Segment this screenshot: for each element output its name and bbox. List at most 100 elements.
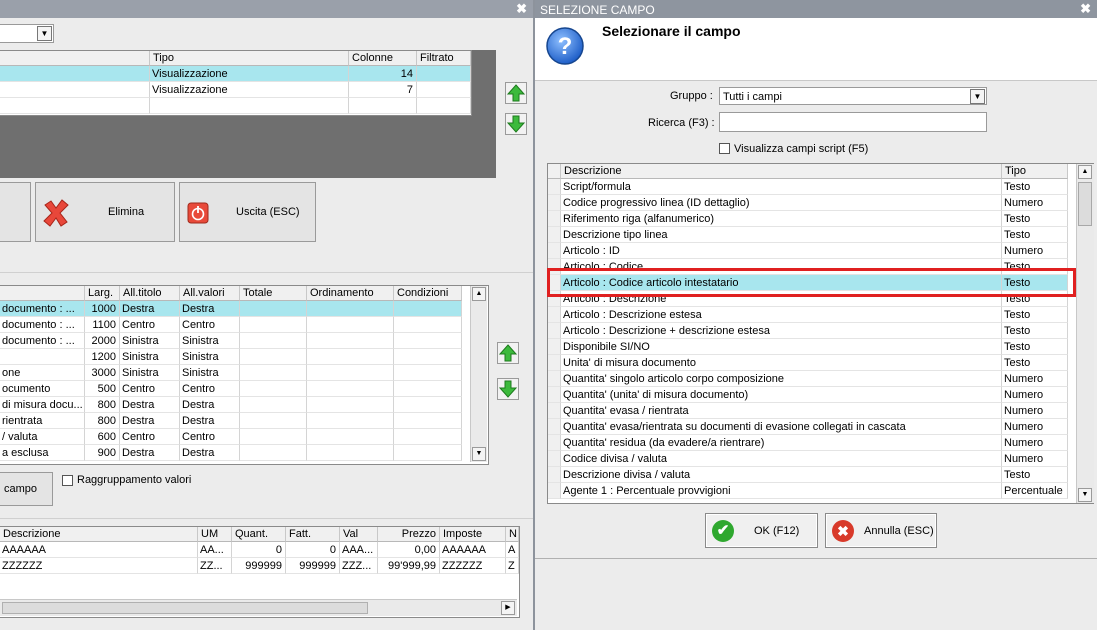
- list-item-tipo[interactable]: Testo: [1002, 211, 1068, 227]
- table-row[interactable]: [394, 397, 462, 413]
- row-indicator[interactable]: [548, 451, 561, 467]
- preview-header[interactable]: Quant.: [232, 527, 286, 542]
- list-item-descrizione[interactable]: Riferimento riga (alfanumerico): [561, 211, 1002, 227]
- fields-cell-valori[interactable]: Sinistra: [180, 333, 240, 349]
- preview-cell[interactable]: 0: [232, 542, 286, 558]
- preview-header[interactable]: Descrizione: [0, 527, 198, 542]
- row-indicator[interactable]: [548, 355, 561, 371]
- list-item-tipo[interactable]: Numero: [1002, 371, 1068, 387]
- fields-cell-valori[interactable]: Destra: [180, 397, 240, 413]
- views-cell-tipo[interactable]: Visualizzazione: [150, 66, 349, 82]
- fields-cell-name[interactable]: rientrata: [0, 413, 85, 429]
- preview-hscrollbar[interactable]: ▶: [0, 599, 517, 616]
- preview-cell[interactable]: ZZZ...: [340, 558, 378, 574]
- list-item-tipo[interactable]: Numero: [1002, 451, 1068, 467]
- preview-cell[interactable]: A: [506, 542, 519, 558]
- table-row[interactable]: [240, 429, 307, 445]
- table-row[interactable]: [307, 381, 394, 397]
- row-indicator[interactable]: [548, 483, 561, 499]
- table-row[interactable]: [394, 445, 462, 461]
- fields-table-body[interactable]: documento : ... 1000 Destra Destra documento…: [0, 301, 462, 462]
- preview-header[interactable]: Prezzo: [378, 527, 440, 542]
- table-row[interactable]: [240, 365, 307, 381]
- list-item-descrizione[interactable]: Quantita' evasa/rientrata su documenti d…: [561, 419, 1002, 435]
- fields-cell-titolo[interactable]: Destra: [120, 445, 180, 461]
- table-row[interactable]: [307, 413, 394, 429]
- scroll-up-icon[interactable]: ▲: [472, 287, 486, 301]
- new-button[interactable]: [0, 182, 31, 242]
- preview-header[interactable]: Val: [340, 527, 378, 542]
- list-item-tipo[interactable]: Testo: [1002, 323, 1068, 339]
- list-item-tipo[interactable]: Numero: [1002, 387, 1068, 403]
- list-item-tipo[interactable]: Numero: [1002, 419, 1068, 435]
- views-table[interactable]: Tipo Colonne Filtrato Visualizzazione 14…: [0, 50, 472, 116]
- views-cell-filtrato[interactable]: [417, 82, 471, 98]
- fields-list-body[interactable]: Script/formula Testo Codice progressivo li…: [548, 179, 1068, 503]
- table-row[interactable]: [307, 445, 394, 461]
- preview-cell[interactable]: 99'999,99: [378, 558, 440, 574]
- table-row[interactable]: [240, 349, 307, 365]
- scroll-thumb[interactable]: [2, 602, 368, 614]
- table-row[interactable]: [0, 98, 150, 114]
- table-row[interactable]: [307, 333, 394, 349]
- list-item-descrizione[interactable]: Quantita' singolo articolo corpo composi…: [561, 371, 1002, 387]
- fields-cell-larg[interactable]: 800: [85, 413, 120, 429]
- fields-cell-valori[interactable]: Sinistra: [180, 365, 240, 381]
- field-move-up-button[interactable]: [497, 342, 519, 364]
- scroll-up-icon[interactable]: ▲: [1078, 165, 1092, 179]
- move-up-button[interactable]: [505, 82, 527, 104]
- list-item-descrizione[interactable]: Agente 1 : Percentuale provvigioni: [561, 483, 1002, 499]
- fields-cell-name[interactable]: a esclusa: [0, 445, 85, 461]
- preview-cell[interactable]: AAAAAA: [440, 542, 506, 558]
- preview-cell[interactable]: Z: [506, 558, 519, 574]
- fields-cell-titolo[interactable]: Centro: [120, 317, 180, 333]
- chevron-down-icon[interactable]: ▼: [970, 89, 985, 104]
- fields-list-table[interactable]: Descrizione Tipo Script/formula Testo Codi…: [547, 163, 1094, 504]
- row-indicator[interactable]: [548, 467, 561, 483]
- list-item-tipo[interactable]: Testo: [1002, 355, 1068, 371]
- table-row[interactable]: [394, 301, 462, 317]
- ok-button[interactable]: ✔ OK (F12): [705, 513, 818, 548]
- row-indicator[interactable]: [548, 419, 561, 435]
- table-row[interactable]: [394, 413, 462, 429]
- field-move-down-button[interactable]: [497, 378, 519, 400]
- views-cell-tipo[interactable]: Visualizzazione: [150, 82, 349, 98]
- row-indicator[interactable]: [548, 179, 561, 195]
- table-row[interactable]: [0, 66, 150, 82]
- list-item-descrizione[interactable]: Articolo : Descrizione estesa: [561, 307, 1002, 323]
- fields-cell-titolo[interactable]: Sinistra: [120, 333, 180, 349]
- add-field-button[interactable]: campo: [0, 472, 53, 506]
- fields-cell-larg[interactable]: 2000: [85, 333, 120, 349]
- dialog-close-icon[interactable]: ✖: [1080, 1, 1091, 17]
- table-row[interactable]: [240, 317, 307, 333]
- fields-cell-valori[interactable]: Sinistra: [180, 349, 240, 365]
- fields-header-condizioni[interactable]: Condizioni: [394, 286, 462, 301]
- fields-header-larg[interactable]: Larg.: [85, 286, 120, 301]
- preview-cell[interactable]: ZZZZZZ: [0, 558, 198, 574]
- list-item-tipo[interactable]: Testo: [1002, 467, 1068, 483]
- list-item-tipo[interactable]: Numero: [1002, 243, 1068, 259]
- fields-cell-larg[interactable]: 3000: [85, 365, 120, 381]
- row-indicator[interactable]: [548, 195, 561, 211]
- preview-table[interactable]: Descrizione UM Quant. Fatt. Val Prezzo Imposte…: [0, 526, 520, 618]
- list-item-descrizione[interactable]: Codice divisa / valuta: [561, 451, 1002, 467]
- background-close-icon[interactable]: ✖: [516, 1, 527, 17]
- fields-list-scrollbar[interactable]: ▲ ▼: [1076, 164, 1094, 503]
- table-row[interactable]: [394, 333, 462, 349]
- table-row[interactable]: [240, 301, 307, 317]
- preview-header[interactable]: Fatt.: [286, 527, 340, 542]
- script-fields-checkbox[interactable]: [719, 143, 730, 154]
- table-row[interactable]: [349, 98, 417, 114]
- background-view-combo[interactable]: ▼: [0, 24, 54, 43]
- table-row[interactable]: [240, 397, 307, 413]
- table-row[interactable]: [240, 381, 307, 397]
- table-row[interactable]: [307, 365, 394, 381]
- table-row[interactable]: [417, 98, 471, 114]
- fields-cell-name[interactable]: / valuta: [0, 429, 85, 445]
- row-indicator[interactable]: [548, 227, 561, 243]
- header-descrizione[interactable]: Descrizione: [561, 164, 1002, 179]
- fields-cell-titolo[interactable]: Centro: [120, 429, 180, 445]
- fields-cell-larg[interactable]: 1200: [85, 349, 120, 365]
- scroll-thumb[interactable]: [1078, 182, 1092, 226]
- fields-cell-larg[interactable]: 800: [85, 397, 120, 413]
